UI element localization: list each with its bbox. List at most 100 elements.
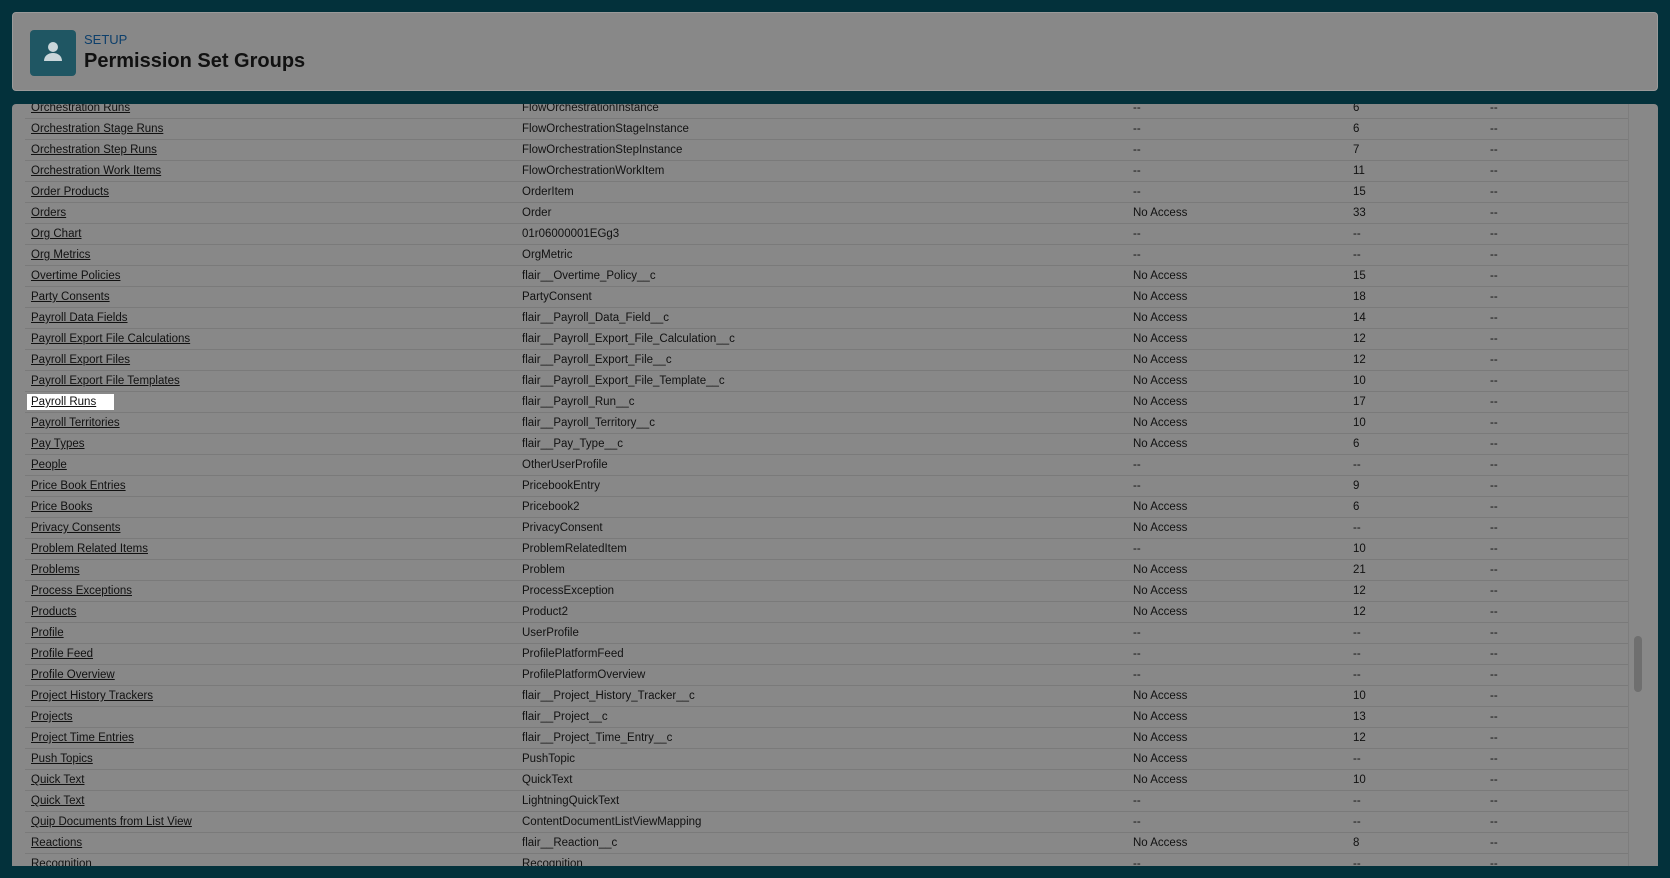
api-name: PrivacyConsent [522,522,603,534]
object-name-link[interactable]: Products [31,606,76,618]
object-name-link[interactable]: Org Metrics [31,249,90,261]
object-name-link[interactable]: Orchestration Stage Runs [31,123,163,135]
object-name-link[interactable]: Projects [31,711,73,723]
api-name: flair__Project_History_Tracker__c [522,690,695,702]
object-name-cell: People [31,459,67,471]
access: No Access [1133,690,1188,702]
field-count: 12 [1353,585,1366,597]
object-name-link[interactable]: Reactions [31,837,82,849]
object-name-link[interactable]: Party Consents [31,291,110,303]
field-count: -- [1353,795,1361,807]
object-name-cell: Org Metrics [31,249,90,261]
api-name: OtherUserProfile [522,459,608,471]
object-name-link[interactable]: Payroll Data Fields [31,312,128,324]
object-name-link[interactable]: Orchestration Work Items [31,165,161,177]
object-name-link[interactable]: Quick Text [31,795,84,807]
api-name: flair__Overtime_Policy__c [522,270,656,282]
table-row: Profile Feed ProfilePlatformFeed -- -- -- [25,644,1628,665]
object-name-link[interactable]: Profile Feed [31,648,93,660]
table-row: Products Product2 No Access 12 -- [25,602,1628,623]
access: No Access [1133,711,1188,723]
object-name-link[interactable]: Payroll Export File Templates [31,375,180,387]
api-name: 01r06000001EGg3 [522,228,620,240]
access: -- [1133,816,1141,828]
page-title: Permission Set Groups [84,50,306,72]
access: -- [1133,480,1141,492]
object-name-cell: Quip Documents from List View [31,816,192,828]
api-name: FlowOrchestrationInstance [522,104,659,114]
object-name-cell: Products [31,606,76,618]
object-name-link[interactable]: Profile [31,627,64,639]
object-name-link[interactable]: Project History Trackers [31,690,153,702]
table-row: Orchestration Step Runs FlowOrchestration… [25,140,1628,161]
object-name-cell: Price Book Entries [31,480,126,492]
table-row: Project History Trackers flair__Project_H… [25,686,1628,707]
object-name-cell: Reactions [31,837,82,849]
access: No Access [1133,564,1188,576]
extra: -- [1490,270,1498,282]
object-name-link[interactable]: Orchestration Runs [31,104,130,114]
access: No Access [1133,438,1188,450]
object-name-link[interactable]: Quip Documents from List View [31,816,192,828]
object-name-link[interactable]: Payroll Runs [31,396,96,408]
access: No Access [1133,291,1188,303]
extra: -- [1490,375,1498,387]
object-name-link[interactable]: Pay Types [31,438,85,450]
object-name-link[interactable]: Overtime Policies [31,270,120,282]
object-name-cell: Pay Types [31,438,85,450]
extra: -- [1490,459,1498,471]
object-name-link[interactable]: Push Topics [31,753,93,765]
object-name-link[interactable]: Price Books [31,501,92,513]
api-name: flair__Pay_Type__c [522,438,624,450]
field-count: 7 [1353,144,1360,156]
object-name-link[interactable]: Org Chart [31,228,82,240]
object-name-cell: Quick Text [31,795,84,807]
object-name-link[interactable]: Problem Related Items [31,543,148,555]
table-row: Projects flair__Project__c No Access 13 -- [25,707,1628,728]
field-count: 9 [1353,480,1360,492]
api-name: flair__Payroll_Export_File_Template__c [522,375,725,387]
object-name-cell: Profile Overview [31,669,115,681]
object-name-cell: Profile [31,627,64,639]
field-count: -- [1353,816,1361,828]
field-count: -- [1353,459,1361,471]
scrollbar[interactable] [1628,104,1654,866]
table-row: Payroll Export File Calculations flair__P… [25,329,1628,350]
object-name-link[interactable]: Project Time Entries [31,732,134,744]
object-name-link[interactable]: People [31,459,67,471]
object-name-link[interactable]: Problems [31,564,80,576]
api-name: PushTopic [522,753,576,765]
api-name: PartyConsent [522,291,592,303]
object-name-cell: Org Chart [31,228,82,240]
extra: -- [1490,858,1498,866]
object-name-link[interactable]: Privacy Consents [31,522,120,534]
page-header: SETUP Permission Set Groups [12,12,1658,91]
access: No Access [1133,396,1188,408]
object-name-cell: Problems [31,564,80,576]
object-name-link[interactable]: Payroll Export Files [31,354,130,366]
access: No Access [1133,375,1188,387]
table-row: Reactions flair__Reaction__c No Access 8 -- [25,833,1628,854]
object-name-link[interactable]: Profile Overview [31,669,115,681]
object-name-link[interactable]: Payroll Export File Calculations [31,333,190,345]
object-name-link[interactable]: Quick Text [31,774,84,786]
extra: -- [1490,104,1498,114]
table-row: Pay Types flair__Pay_Type__c No Access 6 -- [25,434,1628,455]
object-name-link[interactable]: Recognition [31,858,92,866]
object-name-link[interactable]: Payroll Territories [31,417,120,429]
field-count: 12 [1353,354,1366,366]
extra: -- [1490,690,1498,702]
access: -- [1133,648,1141,660]
object-settings-table: Orchestration Runs FlowOrchestrationInsta… [12,104,1658,866]
object-name-link[interactable]: Order Products [31,186,109,198]
access: -- [1133,795,1141,807]
table-row: Payroll Territories flair__Payroll_Territ… [25,413,1628,434]
object-name-link[interactable]: Process Exceptions [31,585,132,597]
access: No Access [1133,270,1188,282]
object-name-link[interactable]: Price Book Entries [31,480,126,492]
object-name-link[interactable]: Orders [31,207,66,219]
access: No Access [1133,522,1188,534]
object-name-link[interactable]: Orchestration Step Runs [31,144,157,156]
object-name-cell: Payroll Export File Calculations [31,333,190,345]
scrollbar-thumb[interactable] [1634,636,1642,692]
